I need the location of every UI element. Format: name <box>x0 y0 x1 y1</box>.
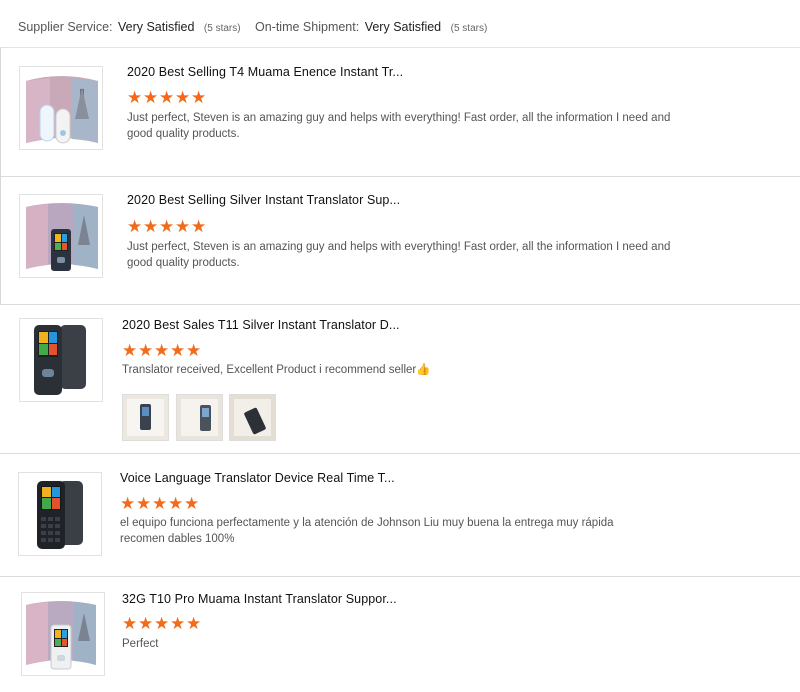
translator-product-image-icon <box>26 203 98 271</box>
star-icon: ★ <box>159 217 175 236</box>
star-icon: ★ <box>122 614 138 633</box>
star-icon: ★ <box>186 614 202 633</box>
star-rating: ★★★★★ <box>127 89 207 106</box>
star-icon: ★ <box>170 341 186 360</box>
supplier-service-stars: (5 stars) <box>203 23 241 34</box>
star-icon: ★ <box>138 614 154 633</box>
review-photo-translator-icon <box>123 395 168 440</box>
product-thumbnail[interactable] <box>19 318 103 402</box>
product-title[interactable]: 32G T10 Pro Muama Instant Translator Sup… <box>122 592 397 606</box>
shipment-value: Very Satisfied <box>364 20 442 34</box>
review-photo-translator-icon <box>230 395 275 440</box>
review-photo[interactable] <box>176 394 223 441</box>
shipment-stars: (5 stars) <box>450 23 488 34</box>
supplier-service-rating: Supplier Service: Very Satisfied (5 star… <box>18 20 241 34</box>
star-icon: ★ <box>154 614 170 633</box>
star-icon: ★ <box>175 217 191 236</box>
star-icon: ★ <box>168 494 184 513</box>
review-photo[interactable] <box>229 394 276 441</box>
star-icon: ★ <box>143 88 159 107</box>
star-icon: ★ <box>175 88 191 107</box>
product-thumbnail[interactable] <box>19 66 103 150</box>
shipment-rating: On-time Shipment: Very Satisfied (5 star… <box>255 20 487 34</box>
translator-product-image-icon <box>37 481 83 549</box>
star-icon: ★ <box>159 88 175 107</box>
review-text: Translator received, Excellent Product i… <box>122 364 431 376</box>
star-icon: ★ <box>186 341 202 360</box>
review-text: Just perfect, Steven is an amazing guy a… <box>127 112 671 140</box>
shipment-label: On-time Shipment: <box>255 20 360 34</box>
star-icon: ★ <box>120 494 136 513</box>
review-photo-translator-icon <box>177 395 222 440</box>
review-photo[interactable] <box>122 394 169 441</box>
product-title[interactable]: 2020 Best Selling Silver Instant Transla… <box>127 193 400 207</box>
star-rating: ★★★★★ <box>122 615 202 632</box>
supplier-service-label: Supplier Service: <box>18 20 113 34</box>
product-title[interactable]: Voice Language Translator Device Real Ti… <box>120 471 395 485</box>
star-icon: ★ <box>138 341 154 360</box>
review-item: 2020 Best Sales T11 Silver Instant Trans… <box>0 305 800 454</box>
review-text: Just perfect, Steven is an amazing guy a… <box>127 241 671 269</box>
product-thumbnail[interactable] <box>19 194 103 278</box>
product-thumbnail[interactable] <box>21 592 105 676</box>
supplier-service-value: Very Satisfied <box>117 20 195 34</box>
product-thumbnail[interactable] <box>18 472 102 556</box>
translator-product-image-icon <box>26 76 98 144</box>
star-icon: ★ <box>143 217 159 236</box>
review-item: 2020 Best Selling T4 Muama Enence Instan… <box>0 47 800 177</box>
review-item: 2020 Best Selling Silver Instant Transla… <box>0 177 800 305</box>
star-icon: ★ <box>191 217 207 236</box>
star-icon: ★ <box>152 494 168 513</box>
product-title[interactable]: 2020 Best Selling T4 Muama Enence Instan… <box>127 65 403 79</box>
translator-product-image-icon <box>34 325 86 395</box>
star-icon: ★ <box>184 494 200 513</box>
star-icon: ★ <box>136 494 152 513</box>
star-icon: ★ <box>154 341 170 360</box>
star-icon: ★ <box>170 614 186 633</box>
product-title[interactable]: 2020 Best Sales T11 Silver Instant Trans… <box>122 318 400 332</box>
review-text: el equipo funciona perfectamente y la at… <box>120 517 614 545</box>
review-item: Voice Language Translator Device Real Ti… <box>0 454 800 577</box>
star-icon: ★ <box>127 88 143 107</box>
translator-product-image-icon <box>26 601 96 670</box>
star-rating: ★★★★★ <box>127 218 207 235</box>
rating-summary-bar: Supplier Service: Very Satisfied (5 star… <box>0 0 800 48</box>
star-icon: ★ <box>127 217 143 236</box>
star-icon: ★ <box>191 88 207 107</box>
review-item: 32G T10 Pro Muama Instant Translator Sup… <box>0 577 800 692</box>
star-icon: ★ <box>122 341 138 360</box>
star-rating: ★★★★★ <box>120 495 200 512</box>
review-text: Perfect <box>122 638 159 650</box>
star-rating: ★★★★★ <box>122 342 202 359</box>
